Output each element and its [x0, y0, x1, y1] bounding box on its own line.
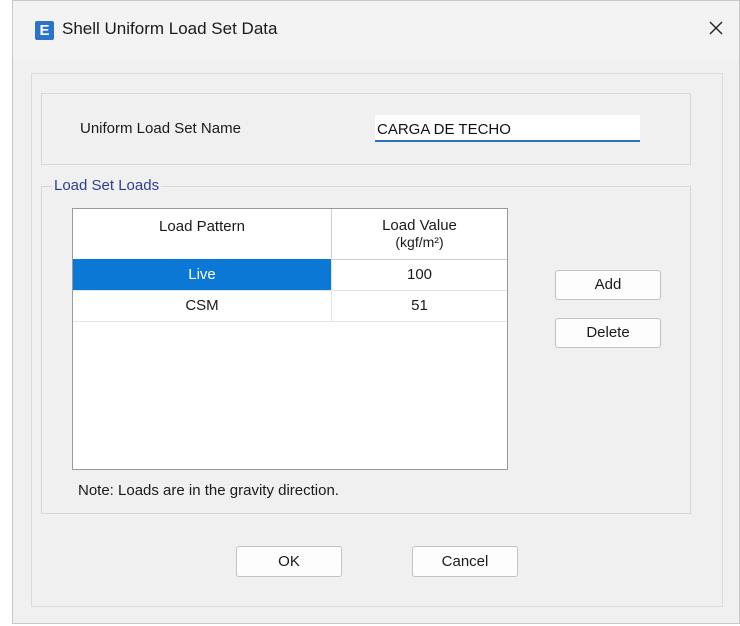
load-set-name-label: Uniform Load Set Name	[80, 120, 241, 137]
column-header-load-value-unit: (kgf/m²)	[395, 234, 444, 250]
app-icon: E	[35, 21, 54, 40]
loads-grid[interactable]: Load Pattern Load Value (kgf/m²) Live 10…	[72, 208, 508, 470]
load-value-cell[interactable]: 51	[332, 290, 507, 321]
table-row[interactable]: CSM 51	[73, 290, 507, 322]
column-header-load-value[interactable]: Load Value (kgf/m²)	[332, 209, 507, 259]
column-header-load-value-label: Load Value	[382, 217, 457, 234]
column-header-load-pattern[interactable]: Load Pattern	[73, 209, 332, 259]
gravity-note: Note: Loads are in the gravity direction…	[78, 482, 339, 499]
load-pattern-cell[interactable]: CSM	[73, 290, 332, 321]
ok-button[interactable]: OK	[236, 546, 342, 577]
load-set-loads-legend: Load Set Loads	[52, 177, 162, 194]
title-bar: E Shell Uniform Load Set Data	[13, 1, 739, 59]
close-icon	[709, 21, 723, 35]
cancel-button[interactable]: Cancel	[412, 546, 518, 577]
grid-header: Load Pattern Load Value (kgf/m²)	[73, 209, 507, 260]
load-value-cell[interactable]: 100	[332, 259, 507, 290]
load-set-name-input[interactable]	[375, 115, 640, 142]
close-button[interactable]	[701, 13, 731, 43]
add-button[interactable]: Add	[555, 270, 661, 300]
delete-button[interactable]: Delete	[555, 318, 661, 348]
window-title: Shell Uniform Load Set Data	[62, 19, 278, 38]
load-pattern-cell[interactable]: Live	[73, 259, 332, 290]
table-row[interactable]: Live 100	[73, 259, 507, 291]
